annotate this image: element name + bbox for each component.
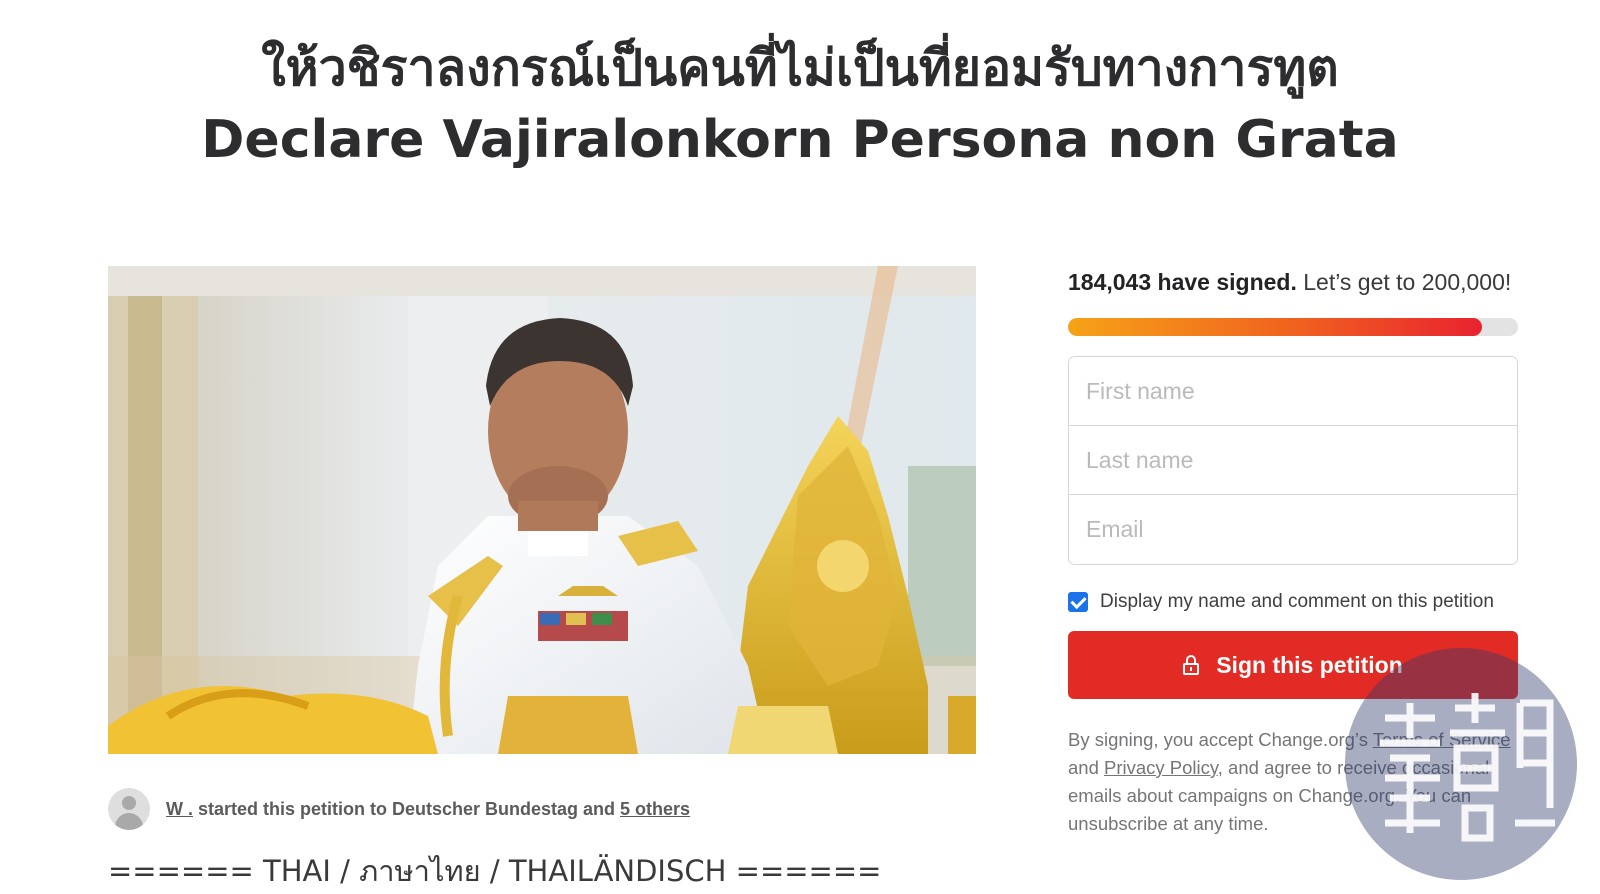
legal-and: and xyxy=(1068,757,1105,778)
petition-title-english: Declare Vajiralonkorn Persona non Grata xyxy=(201,110,1399,170)
display-name-label: Display my name and comment on this peti… xyxy=(1100,591,1494,612)
avatar xyxy=(108,788,150,830)
signature-count: 184,043 have signed. Let’s get to 200,00… xyxy=(1068,264,1520,300)
legal-prefix: By signing, you accept Change.org’s xyxy=(1068,729,1373,750)
lock-icon xyxy=(1183,655,1200,675)
signed-count: 184,043 have signed. xyxy=(1068,269,1297,295)
petition-starter: W . started this petition to Deutscher B… xyxy=(108,787,690,831)
petition-description-first-line: ====== THAI / ภาษาไทย / THAILÄNDISCH ===… xyxy=(108,854,882,888)
email-input[interactable] xyxy=(1069,495,1517,564)
last-name-input[interactable] xyxy=(1069,426,1517,495)
display-name-checkbox[interactable] xyxy=(1068,592,1088,612)
starter-name-link[interactable]: W . xyxy=(166,799,193,819)
petition-photo xyxy=(108,266,976,754)
first-name-input[interactable] xyxy=(1069,357,1517,426)
goal-text: Let’s get to 200,000! xyxy=(1296,269,1512,295)
signature-progress-bar xyxy=(1068,318,1518,336)
signature-progress-fill xyxy=(1068,318,1482,336)
display-name-option: Display my name and comment on this peti… xyxy=(1068,591,1520,613)
starter-description: started this petition to Deutscher Bunde… xyxy=(193,798,621,819)
petition-title: ให้วชิราลงกรณ์เป็นคนที่ไม่เป็นที่ยอมรับท… xyxy=(0,30,1600,174)
privacy-policy-link[interactable]: Privacy Policy xyxy=(1104,757,1218,778)
signature-form xyxy=(1068,356,1518,565)
others-link[interactable]: 5 others xyxy=(620,799,690,819)
starter-text: W . started this petition to Deutscher B… xyxy=(166,799,690,820)
watermark-logo xyxy=(1345,648,1577,880)
petition-title-thai: ให้วชิราลงกรณ์เป็นคนที่ไม่เป็นที่ยอมรับท… xyxy=(261,39,1339,97)
